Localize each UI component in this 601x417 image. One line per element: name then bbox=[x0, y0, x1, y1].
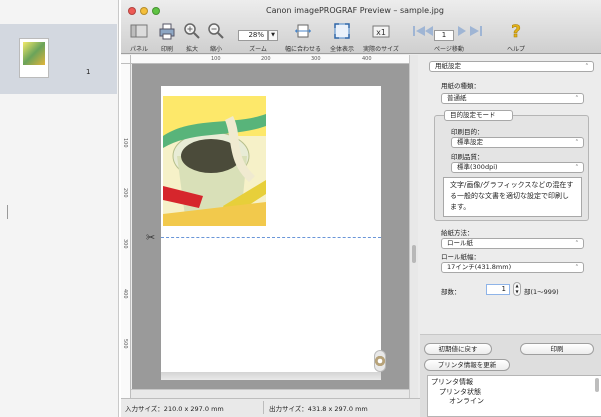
vertical-ruler: 100 200 300 400 500 bbox=[121, 64, 131, 398]
actual-size-button[interactable]: x1 実際のサイズ bbox=[359, 20, 403, 54]
paper-type-label: 用紙の種類： bbox=[441, 82, 480, 90]
scroll-thumb[interactable] bbox=[412, 245, 416, 263]
thumbnail-item[interactable]: 1 bbox=[0, 24, 117, 94]
panel-resize-handle[interactable] bbox=[7, 205, 10, 219]
updown-icon: ⌃ bbox=[574, 164, 579, 170]
purpose-select[interactable]: 標準設定 ⌃ bbox=[451, 137, 584, 148]
thumbnail-panel: 1 bbox=[0, 0, 119, 417]
zoom-in-icon bbox=[184, 23, 200, 39]
mode-group-title[interactable]: 目的設定モード bbox=[444, 110, 513, 121]
panel-icon bbox=[130, 24, 148, 38]
status-bar: 入力サイズ：210.0 x 297.0 mm 出力サイズ：431.8 x 297… bbox=[121, 398, 420, 417]
settings-panel: 用紙設定 ⌃ 用紙の種類： 普通紙 ⌃ 目的設定モード 印刷目的： 標準設定 ⌃ 印刷… bbox=[420, 55, 601, 417]
copies-range: 部(1〜999) bbox=[524, 288, 559, 296]
updown-icon: ⌃ bbox=[574, 95, 579, 101]
ruler-corner bbox=[121, 55, 131, 64]
zoom-out-icon bbox=[208, 23, 224, 39]
preview-window: Canon imagePROGRAF Preview – sample.jpg … bbox=[121, 0, 601, 417]
printer-icon bbox=[159, 23, 175, 40]
reset-button[interactable]: 初期値に戻す bbox=[424, 343, 492, 355]
settings-section-select[interactable]: 用紙設定 ⌃ bbox=[429, 61, 594, 72]
updown-icon: ⌃ bbox=[574, 139, 579, 145]
mode-description: 文字/画像/グラフィックスなどの混在する一般的な文書を適切な設定で印刷します。 bbox=[443, 177, 582, 217]
scissors-icon: ✂ bbox=[146, 231, 156, 244]
updown-icon: ⌃ bbox=[584, 63, 589, 69]
quality-label: 印刷品質： bbox=[451, 153, 484, 161]
zoom-out-button[interactable]: 縮小 bbox=[205, 20, 227, 54]
feed-select[interactable]: ロール紙 ⌃ bbox=[441, 238, 584, 249]
roll-core-icon bbox=[374, 350, 386, 372]
zoom-in-button[interactable]: 拡大 bbox=[181, 20, 203, 54]
close-window-button[interactable] bbox=[128, 7, 136, 15]
panel-button[interactable]: パネル bbox=[125, 20, 153, 54]
copies-input[interactable]: 1 bbox=[486, 284, 510, 295]
zoom-label-wrap: ズーム bbox=[235, 20, 281, 54]
purpose-label: 印刷目的： bbox=[451, 128, 484, 136]
thumbnail-image bbox=[23, 42, 45, 65]
copies-label: 部数： bbox=[441, 288, 461, 296]
zoom-label: ズーム bbox=[249, 46, 267, 53]
printer-status-item: プリンタ状態 bbox=[439, 387, 481, 396]
actual-size-icon: x1 bbox=[372, 25, 390, 38]
output-size: 出力サイズ：431.8 x 297.0 mm bbox=[269, 405, 368, 413]
preview-area[interactable]: ✂ bbox=[132, 64, 409, 398]
maximize-window-button[interactable] bbox=[152, 7, 160, 15]
feed-label: 給紙方法： bbox=[441, 229, 474, 237]
fit-width-icon bbox=[295, 24, 311, 38]
page-move-label: ページ移動 bbox=[434, 46, 464, 53]
input-size: 入力サイズ：210.0 x 297.0 mm bbox=[125, 405, 224, 413]
thumbnail-page[interactable] bbox=[19, 38, 49, 78]
svg-text:x1: x1 bbox=[376, 28, 386, 37]
printer-info-item: プリンタ情報 bbox=[431, 378, 473, 386]
page-move-label-wrap: ページ移動 bbox=[417, 20, 481, 54]
copies-stepper[interactable]: ▲ ▼ bbox=[513, 282, 521, 296]
info-scroll-thumb[interactable] bbox=[595, 378, 599, 392]
printer-online-item: オンライン bbox=[449, 397, 484, 405]
fit-all-icon bbox=[334, 23, 350, 39]
minimize-window-button[interactable] bbox=[140, 7, 148, 15]
help-button[interactable]: ? ヘルプ bbox=[503, 20, 529, 54]
thumbnail-page-number: 1 bbox=[86, 68, 91, 76]
status-separator bbox=[263, 401, 264, 414]
print-toolbar-button[interactable]: 印刷 bbox=[155, 20, 179, 54]
paper-type-select[interactable]: 普通紙 ⌃ bbox=[441, 93, 584, 104]
help-icon: ? bbox=[511, 22, 521, 40]
update-printer-button[interactable]: プリンタ情報を更新 bbox=[424, 359, 510, 371]
title-toolbar: Canon imagePROGRAF Preview – sample.jpg … bbox=[121, 0, 601, 54]
horizontal-scrollbar[interactable] bbox=[131, 389, 409, 398]
horizontal-ruler: 100 200 300 400 bbox=[131, 55, 409, 64]
svg-text:?: ? bbox=[511, 22, 521, 40]
printer-info-list[interactable]: プリンタ情報 プリンタ状態 オンライン bbox=[427, 375, 601, 417]
updown-icon: ⌃ bbox=[574, 240, 579, 246]
updown-icon: ⌃ bbox=[574, 264, 579, 270]
cut-line bbox=[161, 237, 381, 238]
fit-width-button[interactable]: 幅に合わせる bbox=[281, 20, 325, 54]
fit-all-button[interactable]: 全体表示 bbox=[325, 20, 359, 54]
roll-width-select[interactable]: 17インチ(431.8mm) ⌃ bbox=[441, 262, 584, 273]
paper-roll bbox=[161, 372, 381, 380]
paper-sheet bbox=[161, 86, 381, 372]
mode-group: 目的設定モード 印刷目的： 標準設定 ⌃ 印刷品質： 標準(300dpi) ⌃ 文字… bbox=[434, 110, 589, 221]
preview-image bbox=[163, 96, 266, 226]
vertical-scrollbar[interactable] bbox=[409, 55, 418, 398]
roll-width-label: ロール紙幅： bbox=[441, 253, 480, 261]
quality-select[interactable]: 標準(300dpi) ⌃ bbox=[451, 162, 584, 173]
print-button[interactable]: 印刷 bbox=[520, 343, 594, 355]
window-title: Canon imagePROGRAF Preview – sample.jpg bbox=[266, 6, 444, 15]
measuring-tape-image bbox=[163, 96, 266, 226]
